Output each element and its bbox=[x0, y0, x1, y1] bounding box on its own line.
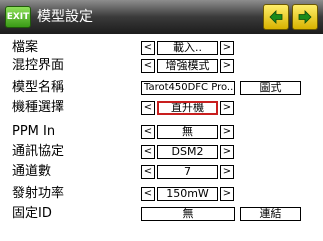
channels-label: 通道數 bbox=[12, 164, 52, 179]
ppm-in-prev-arrow[interactable]: < bbox=[141, 125, 155, 139]
row-protocol: 通訊協定 < DSM2 > bbox=[0, 144, 323, 160]
row-ppm-in: PPM In < 無 > bbox=[0, 124, 323, 140]
model-type-value[interactable]: 直升機 bbox=[157, 101, 218, 115]
protocol-next-arrow[interactable]: > bbox=[220, 145, 234, 159]
row-mix-ui: 混控界面 < 增強模式 > bbox=[0, 58, 323, 74]
tx-power-next-arrow[interactable]: > bbox=[220, 187, 234, 201]
model-name-label: 模型名稱 bbox=[12, 80, 65, 95]
ppm-in-next-arrow[interactable]: > bbox=[220, 125, 234, 139]
model-type-prev-arrow[interactable]: < bbox=[141, 101, 155, 115]
tx-power-label: 發射功率 bbox=[12, 186, 65, 201]
model-type-next-arrow[interactable]: > bbox=[220, 101, 234, 115]
model-icon-button[interactable]: 圖式 bbox=[240, 81, 301, 95]
tx-power-value[interactable]: 150mW bbox=[157, 187, 218, 201]
row-fixed-id: 固定ID 無 連結 bbox=[0, 206, 323, 222]
file-next-arrow[interactable]: > bbox=[220, 41, 234, 55]
row-channels: 通道數 < 7 > bbox=[0, 164, 323, 180]
fixed-id-label: 固定ID bbox=[12, 206, 52, 221]
file-value[interactable]: 載入.. bbox=[157, 41, 218, 55]
row-model-type: 機種選擇 < 直升機 > bbox=[0, 100, 323, 116]
row-file: 檔案 < 載入.. > bbox=[0, 40, 323, 56]
mix-ui-next-arrow[interactable]: > bbox=[220, 59, 234, 73]
protocol-prev-arrow[interactable]: < bbox=[141, 145, 155, 159]
arrow-right-icon bbox=[298, 10, 312, 24]
page-title: 模型設定 bbox=[37, 9, 93, 25]
mix-ui-prev-arrow[interactable]: < bbox=[141, 59, 155, 73]
channels-next-arrow[interactable]: > bbox=[220, 165, 234, 179]
fixed-id-value[interactable]: 無 bbox=[141, 207, 235, 221]
protocol-label: 通訊協定 bbox=[12, 144, 65, 159]
model-name-field[interactable]: Tarot450DFC Pro.. bbox=[141, 81, 235, 95]
model-type-label: 機種選擇 bbox=[12, 100, 65, 115]
next-page-button[interactable] bbox=[292, 4, 318, 30]
prev-page-button[interactable] bbox=[263, 4, 289, 30]
mix-ui-label: 混控界面 bbox=[12, 58, 65, 73]
title-bar: EXIT 模型設定 bbox=[0, 0, 323, 34]
tx-power-prev-arrow[interactable]: < bbox=[141, 187, 155, 201]
exit-button[interactable]: EXIT bbox=[5, 6, 31, 28]
arrow-left-icon bbox=[269, 10, 283, 24]
file-label: 檔案 bbox=[12, 40, 39, 55]
ppm-in-label: PPM In bbox=[12, 124, 56, 139]
row-model-name: 模型名稱 Tarot450DFC Pro.. 圖式 bbox=[0, 80, 323, 96]
channels-prev-arrow[interactable]: < bbox=[141, 165, 155, 179]
mix-ui-value[interactable]: 增強模式 bbox=[157, 59, 218, 73]
protocol-value[interactable]: DSM2 bbox=[157, 145, 218, 159]
ppm-in-value[interactable]: 無 bbox=[157, 125, 218, 139]
bind-button[interactable]: 連結 bbox=[240, 207, 301, 221]
channels-value[interactable]: 7 bbox=[157, 165, 218, 179]
row-tx-power: 發射功率 < 150mW > bbox=[0, 186, 323, 202]
file-prev-arrow[interactable]: < bbox=[141, 41, 155, 55]
